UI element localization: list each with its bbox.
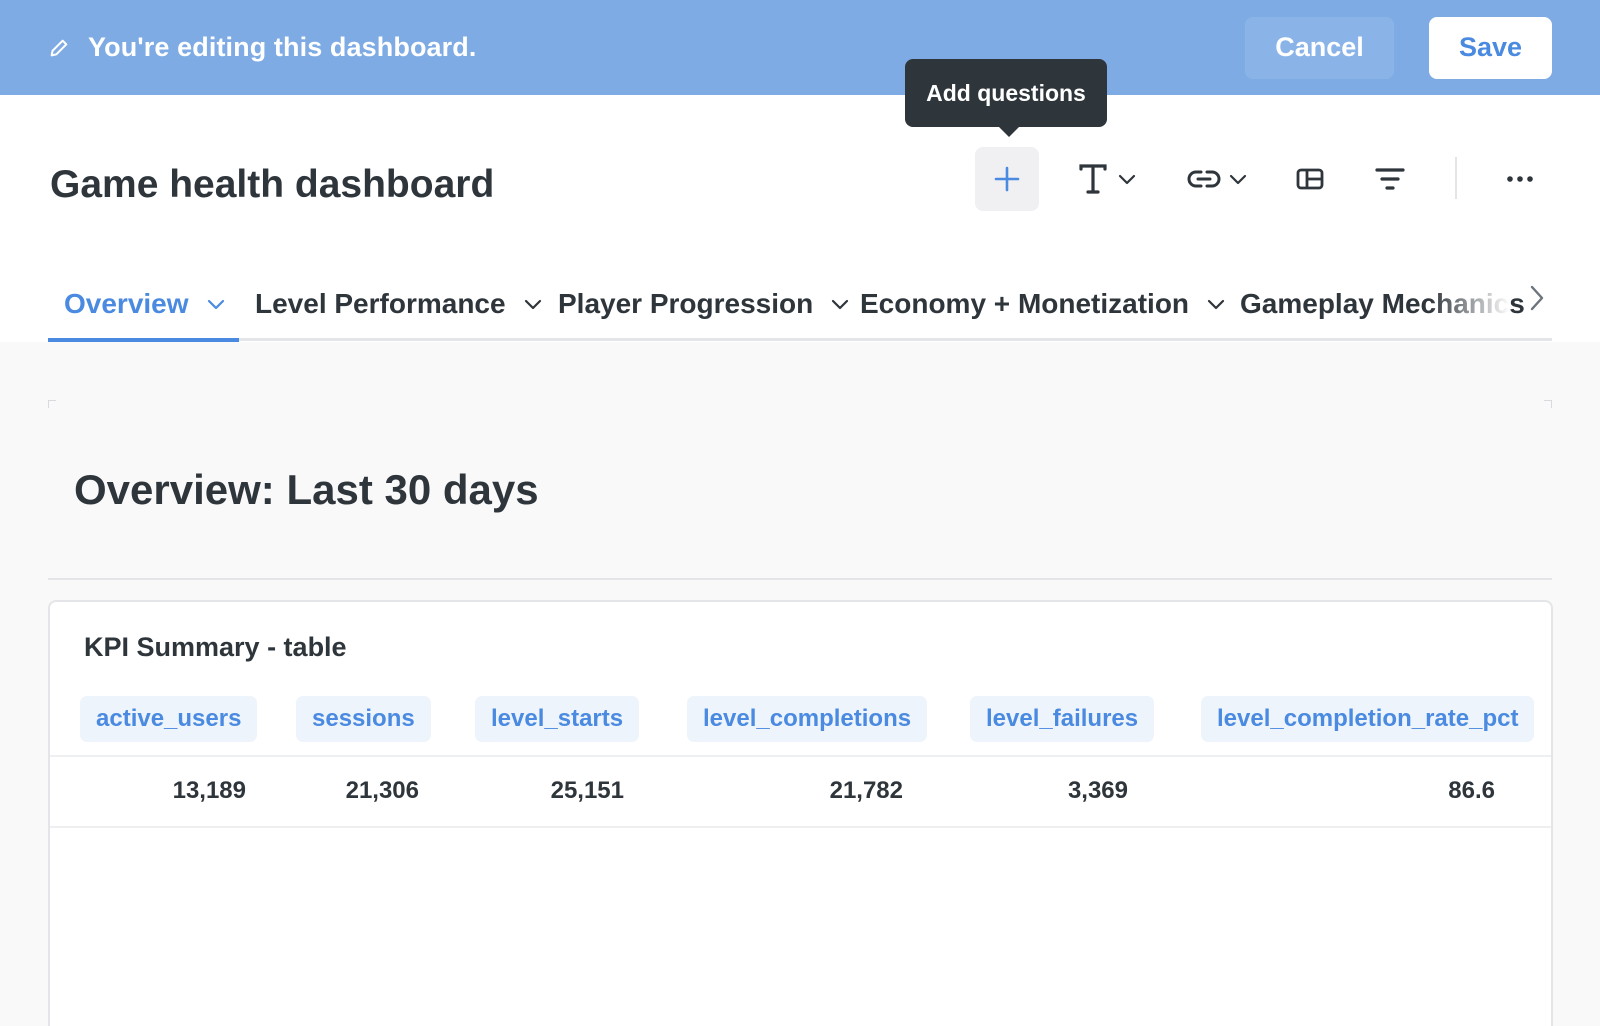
chevron-down-icon	[1118, 173, 1136, 185]
ellipsis-icon	[1506, 175, 1534, 183]
tabs-divider	[48, 338, 1552, 341]
save-button[interactable]: Save	[1429, 16, 1552, 79]
table-cell: 13,189	[172, 777, 246, 804]
tab-label: Player Progression	[558, 288, 814, 319]
table-cell: 3,369	[1067, 777, 1128, 804]
card-corner	[1544, 400, 1552, 408]
kpi-summary-card[interactable]: KPI Summary - table active_users session…	[48, 600, 1553, 1026]
edit-mode-banner: You're editing this dashboard. Cancel Sa…	[0, 0, 1600, 95]
chevron-down-icon[interactable]	[1207, 298, 1225, 310]
text-icon	[1078, 163, 1108, 195]
column-header[interactable]: active_users	[80, 696, 258, 742]
dashboard-tabs: Overview Level Performance Player Progre…	[48, 265, 1552, 343]
active-tab-indicator	[48, 338, 239, 342]
card-corner	[48, 400, 56, 408]
link-icon	[1187, 168, 1221, 190]
tabs-overflow-fade	[1430, 280, 1510, 328]
tab-player-progression[interactable]: Player Progression	[558, 279, 849, 329]
tab-label: Economy + Monetization	[860, 288, 1190, 319]
section-heading[interactable]: Overview: Last 30 days	[74, 466, 539, 514]
row-divider	[50, 826, 1551, 828]
more-options-button[interactable]	[1500, 147, 1540, 211]
add-questions-button[interactable]	[975, 147, 1039, 211]
chevron-right-icon	[1530, 285, 1544, 316]
tab-label: Level Performance	[255, 288, 506, 319]
add-link-button[interactable]	[1182, 147, 1252, 211]
chevron-down-icon	[1229, 173, 1247, 185]
pencil-icon	[48, 37, 70, 59]
cancel-button[interactable]: Cancel	[1245, 16, 1394, 79]
tab-economy-monetization[interactable]: Economy + Monetization	[860, 279, 1225, 329]
dashboard-toolbar	[0, 147, 1600, 211]
column-header[interactable]: level_failures	[970, 696, 1155, 742]
edit-mode-message: You're editing this dashboard.	[88, 32, 477, 62]
toolbar-divider	[1455, 157, 1457, 199]
tab-level-performance[interactable]: Level Performance	[255, 279, 542, 329]
chevron-down-icon[interactable]	[524, 298, 542, 310]
tab-label: Overview	[64, 288, 189, 319]
column-header[interactable]: level_completion_rate_pct	[1201, 696, 1535, 742]
table-cell: 21,782	[829, 777, 903, 804]
table-cell: 21,306	[345, 777, 419, 804]
column-header[interactable]: sessions	[296, 696, 431, 742]
tab-overview[interactable]: Overview	[64, 279, 225, 329]
row-divider	[50, 755, 1551, 757]
table-cell: 86.6	[1448, 777, 1495, 804]
add-questions-tooltip: Add questions	[905, 59, 1107, 137]
add-section-button[interactable]	[1290, 147, 1330, 211]
filter-icon	[1375, 167, 1405, 191]
add-text-button[interactable]	[1075, 147, 1139, 211]
tabs-scroll-right-button[interactable]	[1520, 280, 1554, 320]
column-header[interactable]: level_starts	[475, 696, 640, 742]
card-title[interactable]: KPI Summary - table	[84, 632, 347, 663]
plus-icon	[993, 165, 1021, 193]
chevron-down-icon[interactable]	[831, 298, 849, 310]
add-filter-button[interactable]	[1370, 147, 1410, 211]
chevron-down-icon[interactable]	[207, 298, 225, 310]
table-cell: 25,151	[550, 777, 624, 804]
section-icon	[1296, 168, 1324, 190]
column-header[interactable]: level_completions	[687, 696, 928, 742]
